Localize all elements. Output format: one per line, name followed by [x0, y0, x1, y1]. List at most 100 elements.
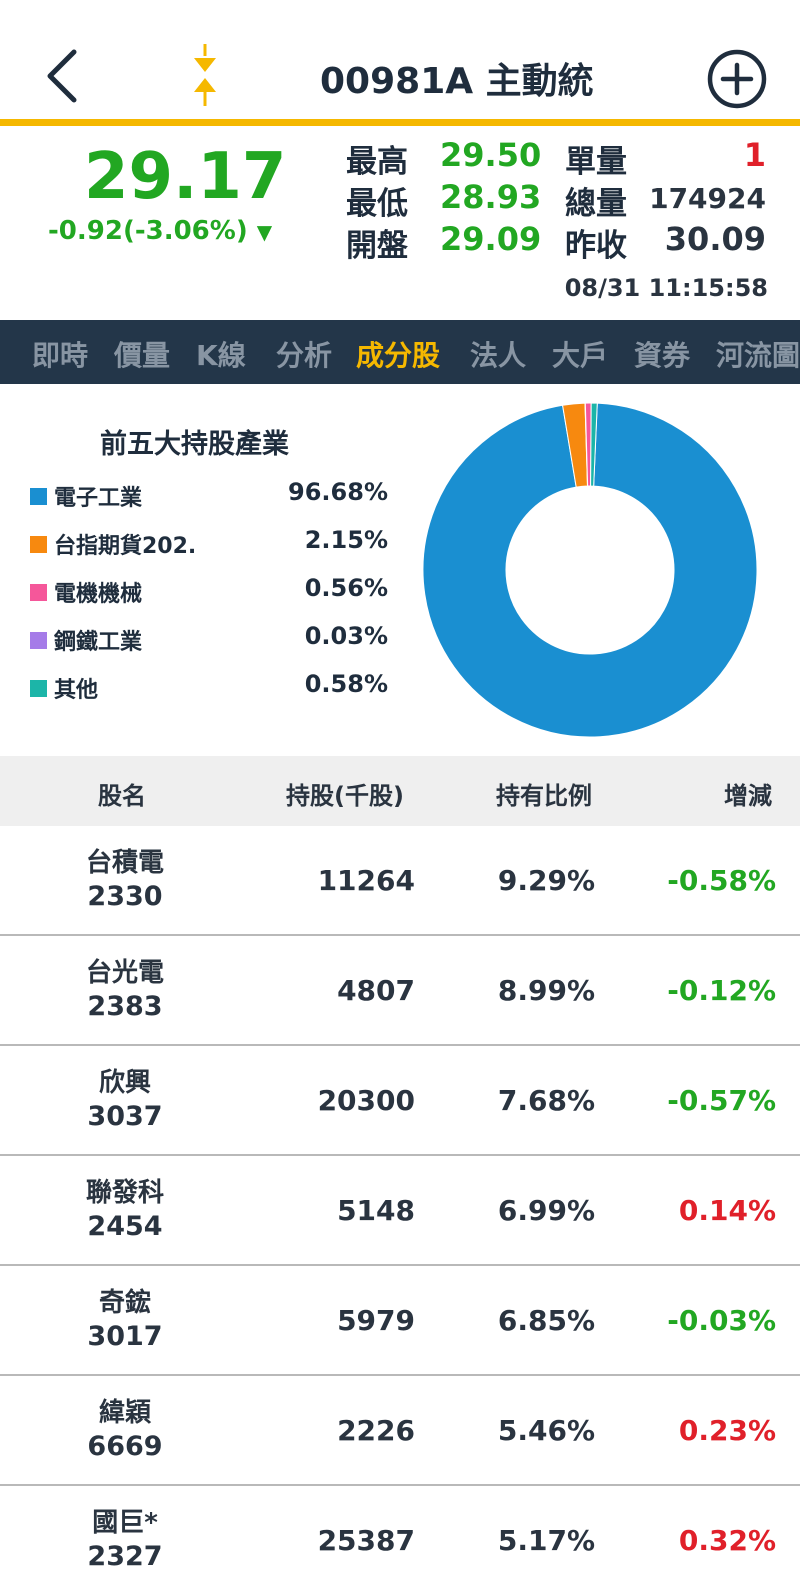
ratio-cell: 5.17% — [497, 1524, 595, 1557]
legend-swatch — [30, 632, 47, 649]
prev-close-value: 30.09 — [664, 220, 766, 258]
stock-code: 3017 — [87, 1321, 163, 1352]
col-header-ratio: 持有比例 — [496, 782, 592, 810]
table-row[interactable]: 台積電 2330 11264 9.29% -0.58% — [0, 826, 800, 936]
stock-name-cell: 欣興 3037 — [50, 1066, 200, 1134]
app-header: 00981A 主動統 — [0, 0, 800, 126]
table-row[interactable]: 國巨* 2327 25387 5.17% 0.32% — [0, 1486, 800, 1594]
change-cell: -0.12% — [667, 974, 776, 1007]
tab-kline[interactable]: K線 — [196, 334, 246, 374]
low-label: 最低 — [346, 186, 408, 222]
table-row[interactable]: 緯穎 6669 2226 5.46% 0.23% — [0, 1376, 800, 1486]
table-row[interactable]: 欣興 3037 20300 7.68% -0.57% — [0, 1046, 800, 1156]
shares-cell: 2226 — [337, 1414, 415, 1447]
industry-title: 前五大持股產業 — [100, 429, 289, 460]
stock-name: 聯發科 — [85, 1178, 164, 1208]
stock-code: 2383 — [87, 991, 163, 1022]
high-value: 29.50 — [440, 136, 542, 174]
legend-name: 電子工業 — [54, 486, 143, 511]
legend-item: 台指期貨202. 2.15% — [30, 526, 400, 560]
tab-constituents[interactable]: 成分股 — [356, 334, 440, 374]
stock-code: 6669 — [87, 1431, 163, 1462]
legend-percent: 0.03% — [304, 622, 388, 650]
stock-name: 奇鋐 — [98, 1288, 151, 1318]
table-row[interactable]: 台光電 2383 4807 8.99% -0.12% — [0, 936, 800, 1046]
shares-cell: 11264 — [317, 864, 415, 897]
stock-name-cell: 緯穎 6669 — [50, 1396, 200, 1464]
header-accent-line — [0, 119, 800, 126]
stock-name-cell: 聯發科 2454 — [50, 1176, 200, 1244]
price-change: -0.92(-3.06%) ▼ — [48, 216, 272, 246]
holdings-table-header: 股名 持股(千股) 持有比例 增減 — [0, 756, 800, 826]
open-label: 開盤 — [346, 228, 408, 264]
col-header-change: 增減 — [724, 782, 772, 810]
back-arrow-icon[interactable] — [38, 46, 88, 106]
tab-margin[interactable]: 資券 — [634, 334, 690, 374]
stock-name: 台積電 — [85, 848, 164, 878]
table-row[interactable]: 聯發科 2454 5148 6.99% 0.14% — [0, 1156, 800, 1266]
quote-timestamp: 08/31 11:15:58 — [564, 274, 768, 302]
stock-code: 2330 — [87, 881, 163, 912]
change-cell: -0.57% — [667, 1084, 776, 1117]
quote-panel: 29.17 -0.92(-3.06%) ▼ 最高 29.50 單量 1 最低 2… — [0, 126, 800, 318]
change-cell: -0.03% — [667, 1304, 776, 1337]
stock-name: 緯穎 — [98, 1398, 151, 1428]
stock-name-cell: 國巨* 2327 — [50, 1506, 200, 1574]
unit-volume-value: 1 — [743, 136, 766, 174]
stock-name-cell: 台積電 2330 — [50, 846, 200, 914]
stock-name: 台光電 — [85, 958, 164, 988]
prev-close-label: 昨收 — [565, 228, 627, 264]
legend-percent: 2.15% — [304, 526, 388, 554]
shares-cell: 25387 — [317, 1524, 415, 1557]
legend-swatch — [30, 584, 47, 601]
page-title: 00981A 主動統 — [320, 61, 594, 102]
unit-volume-label: 單量 — [565, 144, 627, 180]
shares-cell: 4807 — [337, 974, 415, 1007]
stock-code: 2327 — [87, 1541, 163, 1572]
last-price: 29.17 — [84, 140, 287, 214]
change-cell: 0.14% — [678, 1194, 776, 1227]
open-value: 29.09 — [440, 220, 542, 258]
tab-analysis[interactable]: 分析 — [276, 334, 332, 374]
legend-swatch — [30, 680, 47, 697]
ratio-cell: 7.68% — [497, 1084, 595, 1117]
tab-river-chart[interactable]: 河流圖 — [716, 334, 800, 374]
stock-name-cell: 台光電 2383 — [50, 956, 200, 1024]
legend-percent: 0.56% — [304, 574, 388, 602]
shares-cell: 5979 — [337, 1304, 415, 1337]
ratio-cell: 6.85% — [497, 1304, 595, 1337]
low-value: 28.93 — [440, 178, 542, 216]
legend-swatch — [30, 536, 47, 553]
holdings-table-body: 台積電 2330 11264 9.29% -0.58% 台光電 2383 4807 8.99% -… — [0, 826, 800, 1594]
legend-name: 電機機械 — [54, 582, 143, 607]
tab-major-holders[interactable]: 大戶 — [552, 334, 608, 374]
col-header-name: 股名 — [98, 782, 146, 810]
price-change-value: -0.92(-3.06%) — [48, 216, 248, 246]
total-volume-label: 總量 — [565, 186, 627, 222]
legend-name: 鋼鐵工業 — [54, 630, 143, 655]
stock-name: 國巨* — [92, 1508, 158, 1538]
stock-code: 3037 — [87, 1101, 163, 1132]
collapse-arrows-icon[interactable] — [190, 44, 220, 108]
legend-percent: 96.68% — [288, 478, 388, 506]
total-volume-value: 174924 — [649, 182, 766, 215]
tab-price-volume[interactable]: 價量 — [114, 334, 170, 374]
col-header-shares: 持股(千股) — [286, 782, 404, 810]
high-label: 最高 — [346, 144, 408, 180]
change-cell: 0.23% — [678, 1414, 776, 1447]
legend-percent: 0.58% — [304, 670, 388, 698]
industry-donut-chart — [422, 402, 758, 738]
tab-realtime[interactable]: 即時 — [32, 334, 88, 374]
add-watchlist-icon[interactable] — [706, 48, 768, 110]
legend-item: 其他 0.58% — [30, 670, 400, 704]
table-row[interactable]: 奇鋐 3017 5979 6.85% -0.03% — [0, 1266, 800, 1376]
legend-name: 其他 — [54, 678, 99, 703]
tab-institutional[interactable]: 法人 — [470, 334, 526, 374]
legend-item: 電機機械 0.56% — [30, 574, 400, 608]
legend-item: 鋼鐵工業 0.03% — [30, 622, 400, 656]
shares-cell: 20300 — [317, 1084, 415, 1117]
change-cell: 0.32% — [678, 1524, 776, 1557]
ratio-cell: 5.46% — [497, 1414, 595, 1447]
ratio-cell: 9.29% — [497, 864, 595, 897]
legend-swatch — [30, 488, 47, 505]
